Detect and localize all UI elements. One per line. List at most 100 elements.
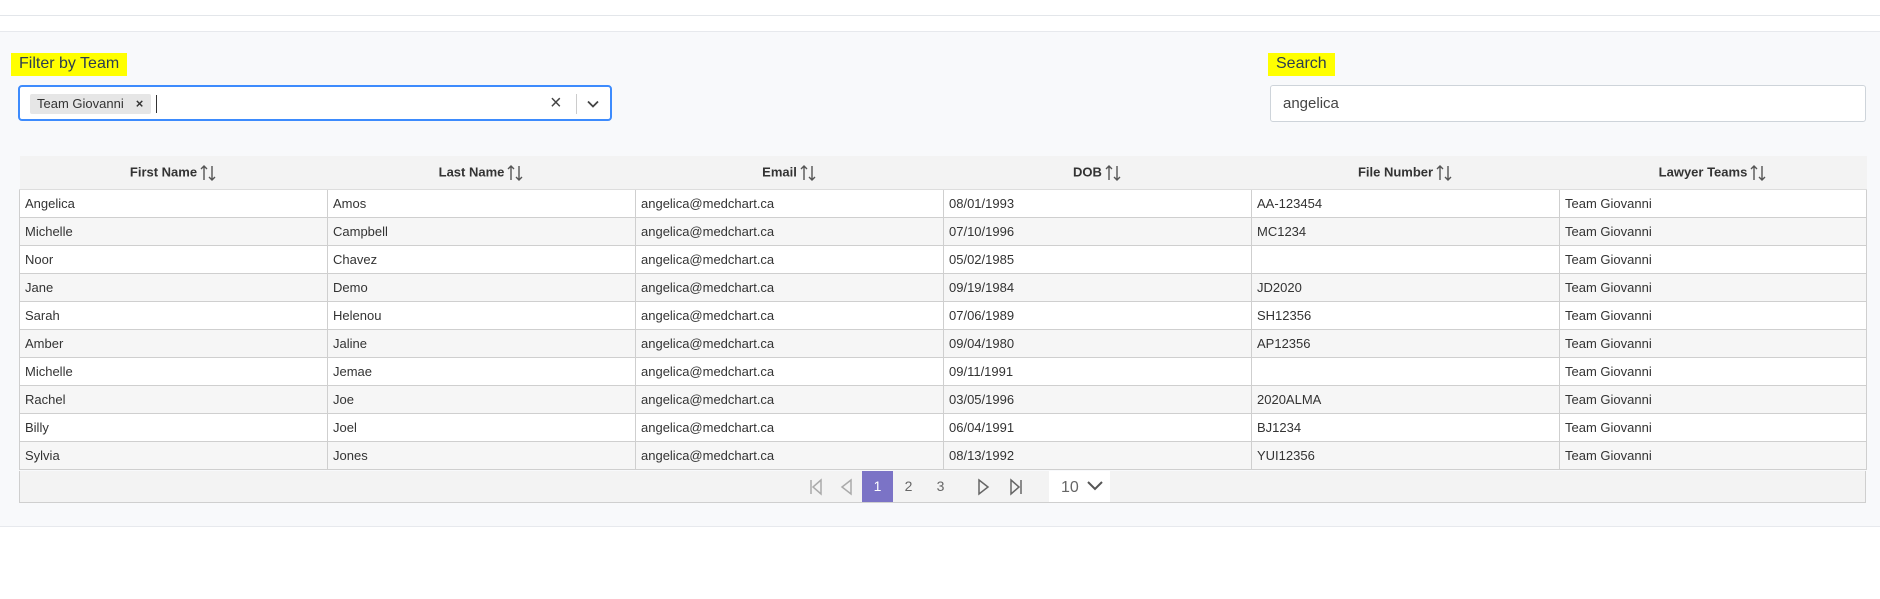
table-cell: angelica@medchart.ca [635,357,944,386]
table-row[interactable]: Sarah Helenou angelica@medchart.ca 07/06/19… [19,301,1867,330]
page-1-button[interactable]: 1 [862,471,893,502]
page-2-button[interactable]: 2 [893,471,924,502]
prev-page-icon[interactable] [835,476,857,498]
table-cell: Team Giovanni [1559,301,1867,330]
table-cell: Jones [327,441,636,470]
table-cell: Rachel [19,385,328,414]
table-cell: 07/06/1989 [943,301,1252,330]
table-cell: Jemae [327,357,636,386]
table-cell: Chavez [327,245,636,274]
table-row[interactable]: Sylvia Jones angelica@medchart.ca 08/13/199… [19,441,1867,470]
table-cell: 08/01/1993 [943,189,1252,218]
table-cell: Team Giovanni [1559,329,1867,358]
table-cell: Team Giovanni [1559,245,1867,274]
page-size-select[interactable]: 10 [1049,471,1110,502]
column-header-label: Last Name [438,163,505,179]
table-cell: Amber [19,329,328,358]
table-cell: Jaline [327,329,636,358]
table-row[interactable]: Michelle Jemae angelica@medchart.ca 09/11/1… [19,357,1867,386]
table-cell: Team Giovanni [1559,273,1867,302]
column-header-last-name[interactable]: Last Name [327,156,636,190]
top-divider [0,15,1880,16]
chevron-down-icon[interactable] [586,97,600,111]
table-cell [1251,357,1560,386]
table-cell: MC1234 [1251,217,1560,246]
chip-remove-icon[interactable]: × [136,94,144,114]
column-header-label: File Number [1357,163,1434,179]
sort-icon[interactable] [199,164,217,182]
table-cell: 05/02/1985 [943,245,1252,274]
table-cell: 07/10/1996 [943,217,1252,246]
column-header-first-name[interactable]: First Name [19,156,328,190]
clear-icon[interactable]: × [550,92,562,114]
text-cursor [156,95,157,113]
table-cell: angelica@medchart.ca [635,329,944,358]
page-3-button[interactable]: 3 [925,471,956,502]
table-cell: angelica@medchart.ca [635,301,944,330]
table-cell: Joel [327,413,636,442]
table-cell: AA-123454 [1251,189,1560,218]
table-cell: Angelica [19,189,328,218]
table-cell: Billy [19,413,328,442]
first-page-icon[interactable] [805,476,827,498]
table-cell: BJ1234 [1251,413,1560,442]
column-header-file-number[interactable]: File Number [1251,156,1560,190]
select-separator [576,94,577,114]
team-filter-select[interactable]: Team Giovanni × × [18,85,612,121]
table-cell: Team Giovanni [1559,357,1867,386]
table-cell: AP12356 [1251,329,1560,358]
pagination-bar: 1 2 3 10 [19,471,1866,503]
sort-icon[interactable] [1435,164,1453,182]
column-header-dob[interactable]: DOB [943,156,1252,190]
chevron-down-icon [1087,481,1103,491]
table-cell: Joe [327,385,636,414]
table-cell: Campbell [327,217,636,246]
table-cell: Helenou [327,301,636,330]
table-cell: SH12356 [1251,301,1560,330]
table-cell: angelica@medchart.ca [635,441,944,470]
table-cell: angelica@medchart.ca [635,189,944,218]
table-cell: Jane [19,273,328,302]
column-header-label: DOB [1073,163,1102,179]
table-row[interactable]: Jane Demo angelica@medchart.ca 09/19/1984 JD… [19,273,1867,302]
table-cell: 06/04/1991 [943,413,1252,442]
table-cell: Sylvia [19,441,328,470]
table-row[interactable]: Amber Jaline angelica@medchart.ca 09/04/198… [19,329,1867,358]
sort-icon[interactable] [1749,164,1767,182]
column-header-label: First Name [129,163,198,179]
table-cell: YUI12356 [1251,441,1560,470]
column-header-lawyer-teams[interactable]: Lawyer Teams [1559,156,1867,190]
table-cell: Team Giovanni [1559,441,1867,470]
table-cell: 03/05/1996 [943,385,1252,414]
next-page-icon[interactable] [973,476,995,498]
table-header-row: First Name Last Name Email DOB File Number La… [19,156,1867,190]
table-row[interactable]: Michelle Campbell angelica@medchart.ca 07/1… [19,217,1867,246]
team-chip-label: Team Giovanni [37,96,124,111]
page-size-value: 10 [1061,479,1079,496]
table-cell: Sarah [19,301,328,330]
table-cell: Team Giovanni [1559,385,1867,414]
table-cell: Amos [327,189,636,218]
table-cell: angelica@medchart.ca [635,245,944,274]
table-cell: angelica@medchart.ca [635,217,944,246]
table-cell: 2020ALMA [1251,385,1560,414]
sort-icon[interactable] [506,164,524,182]
team-chip: Team Giovanni × [30,94,152,114]
table-cell: Michelle [19,217,328,246]
column-header-email[interactable]: Email [635,156,944,190]
table-cell: Team Giovanni [1559,189,1867,218]
table-cell: angelica@medchart.ca [635,273,944,302]
last-page-icon[interactable] [1005,476,1027,498]
search-input[interactable] [1270,85,1866,122]
table-row[interactable]: Angelica Amos angelica@medchart.ca 08/01/19… [19,189,1867,218]
table-row[interactable]: Billy Joel angelica@medchart.ca 06/04/1991 B… [19,413,1867,442]
column-header-label: Email [762,163,797,179]
search-label: Search [1268,53,1335,76]
table-row[interactable]: Rachel Joe angelica@medchart.ca 03/05/1996 2… [19,385,1867,414]
column-header-label: Lawyer Teams [1658,163,1748,179]
sort-icon[interactable] [799,164,817,182]
sort-icon[interactable] [1104,164,1122,182]
table-cell: 09/04/1980 [943,329,1252,358]
table-row[interactable]: Noor Chavez angelica@medchart.ca 05/02/1985… [19,245,1867,274]
table-cell: Michelle [19,357,328,386]
